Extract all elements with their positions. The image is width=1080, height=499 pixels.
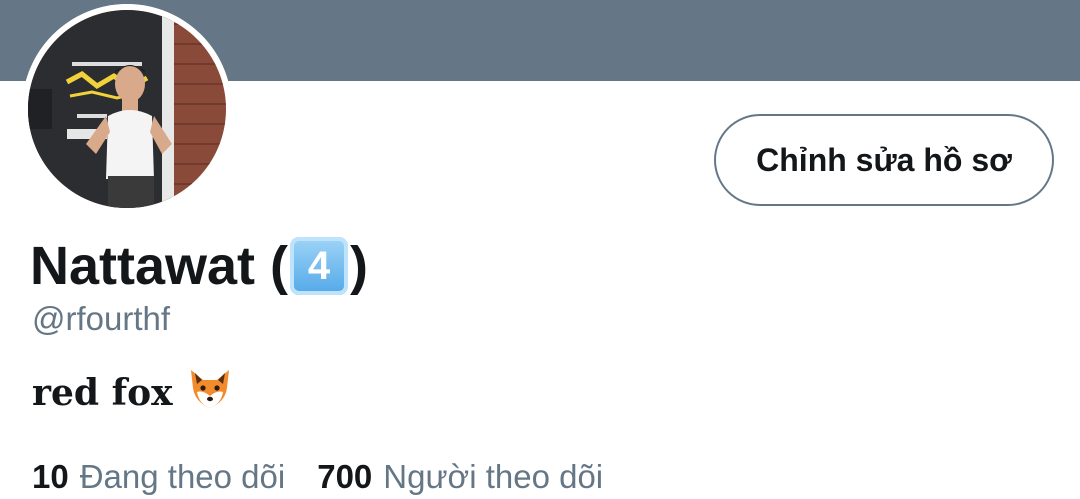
profile-name-text: Nattawat ( (30, 236, 289, 296)
fox-face-icon (187, 366, 233, 421)
profile-photo-icon (22, 4, 232, 214)
followers-count: 700 (317, 458, 373, 495)
following-count: 10 (32, 458, 69, 495)
followers-stat[interactable]: 700 Người theo dõi (317, 458, 603, 496)
keycap-digit-four-icon: 4 (290, 237, 349, 295)
following-label: Đang theo dõi (79, 458, 286, 495)
profile-name-suffix: ) (350, 236, 369, 296)
profile-name: Nattawat ( 4 ) (30, 232, 368, 300)
avatar[interactable] (22, 4, 232, 214)
following-stat[interactable]: 10 Đang theo dõi (32, 458, 285, 496)
profile-bio: red fox (32, 366, 233, 420)
profile-stats: 10 Đang theo dõi 700 Người theo dõi (32, 458, 603, 496)
followers-label: Người theo dõi (383, 458, 604, 495)
profile-handle: @rfourthf (32, 300, 171, 337)
profile-page: Chỉnh sửa hồ sơ Nattawat ( 4 ) @rfourthf… (0, 0, 1080, 499)
edit-profile-button[interactable]: Chỉnh sửa hồ sơ (714, 114, 1054, 206)
bio-text: red fox (32, 372, 173, 414)
